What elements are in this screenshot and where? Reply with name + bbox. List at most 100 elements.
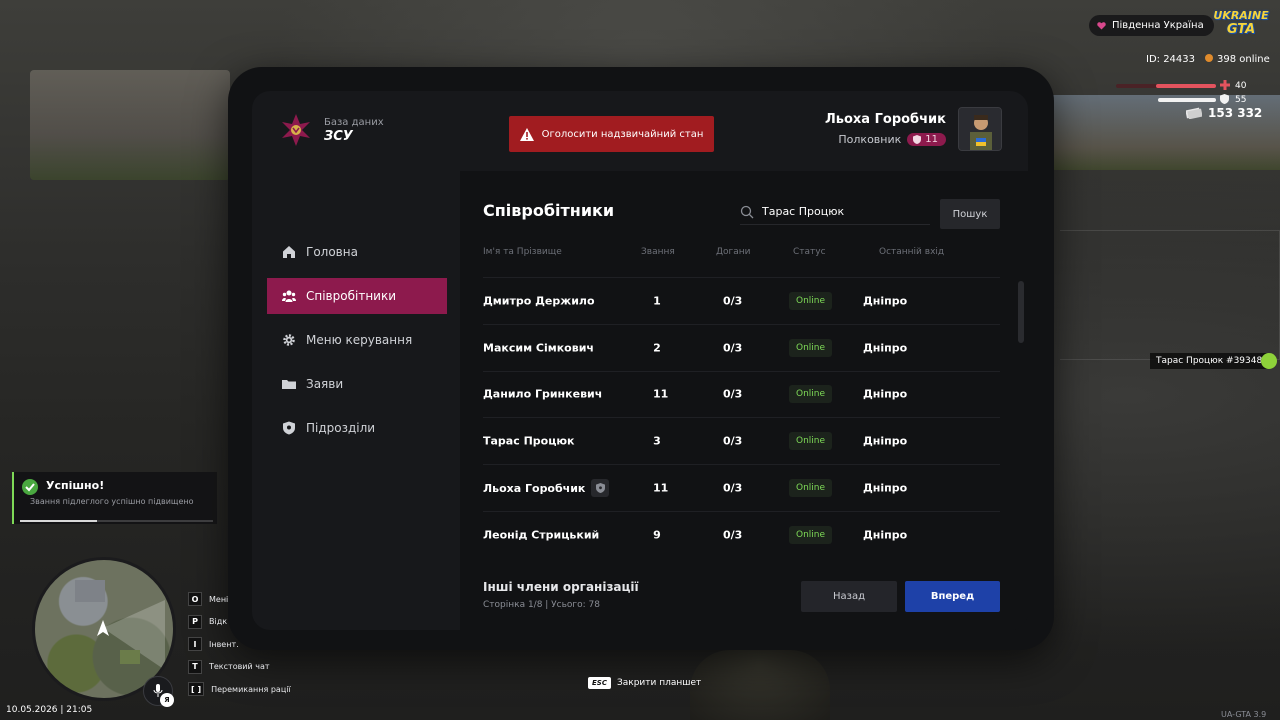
employee-name: Максим Сімкович xyxy=(483,341,594,355)
employee-name: Тарас Процюк xyxy=(483,434,575,448)
rank-level: 11 xyxy=(925,134,938,145)
table-row[interactable]: Дмитро Держило 1 0/3 Online Дніпро xyxy=(483,278,1000,325)
employee-rank: 11 xyxy=(653,481,669,495)
tablet-screen: База даних ЗСУ Оголосити надзвичайний ст… xyxy=(252,91,1028,630)
sidebar-nav: Головна Співробітники Меню керування Зая… xyxy=(267,234,447,454)
status-badge: Online xyxy=(789,479,833,498)
toast-progress-fill xyxy=(20,520,98,522)
brand-name: ЗСУ xyxy=(324,128,353,144)
background-court xyxy=(1060,230,1280,360)
health-value: 40 xyxy=(1235,81,1247,91)
sidebar-item-employees[interactable]: Співробітники xyxy=(267,278,447,314)
money-value: 153 332 xyxy=(1208,106,1263,120)
close-tablet-hint: ESC Закрити планшет xyxy=(588,677,701,689)
check-icon xyxy=(22,479,38,495)
back-button[interactable]: Назад xyxy=(801,581,897,612)
keybind-label: Інвент. xyxy=(209,639,239,649)
employee-warns: 0/3 xyxy=(723,294,743,308)
sidebar-item-label: Заяви xyxy=(306,377,344,391)
brand-subtitle: База даних xyxy=(324,116,384,128)
employee-last-login: Дніпро xyxy=(863,481,908,495)
armor-value: 55 xyxy=(1235,95,1247,105)
shield-icon xyxy=(283,421,295,435)
leader-badge xyxy=(591,479,610,498)
column-header-rank: Звання xyxy=(641,247,675,257)
keybind-row: O Мені xyxy=(188,588,291,611)
sidebar-item-label: Підрозділи xyxy=(306,421,376,435)
game-version: UA-GTA 3.9 xyxy=(1221,710,1267,719)
player-info: ID: 24433 398 online xyxy=(1146,54,1270,65)
avatar xyxy=(958,107,1002,151)
other-members-title: Інші члени організації xyxy=(483,580,639,594)
shield-icon xyxy=(595,483,605,494)
declare-emergency-label: Оголосити надзвичайний стан xyxy=(541,128,704,140)
brand: База даних ЗСУ xyxy=(280,113,384,147)
employee-name: Дмитро Держило xyxy=(483,294,595,308)
money-display: 153 332 xyxy=(1186,106,1262,120)
column-header-status: Статус xyxy=(793,247,826,257)
emblem-icon xyxy=(282,114,310,146)
avatar-image xyxy=(959,108,1001,150)
keybind-row: I Інвент. xyxy=(188,633,291,656)
game-logo-bottom: GTA xyxy=(1226,22,1256,37)
toast-message: Звання підлеглого успішно підвищено xyxy=(30,497,194,506)
background-building xyxy=(30,70,230,180)
sidebar-item-applications[interactable]: Заяви xyxy=(267,366,447,402)
key-cap: O xyxy=(188,592,202,607)
server-name: Південна Україна xyxy=(1112,20,1204,31)
shield-icon xyxy=(913,135,922,144)
language-indicator: Я xyxy=(160,693,174,707)
sidebar-item-label: Меню керування xyxy=(306,333,413,347)
next-button[interactable]: Вперед xyxy=(905,581,1000,612)
employee-last-login: Дніпро xyxy=(863,387,908,401)
declare-emergency-button[interactable]: Оголосити надзвичайний стан xyxy=(509,116,714,152)
employee-rank: 11 xyxy=(653,387,669,401)
nearby-player-tag: Тарас Процюк #39348 xyxy=(1150,353,1269,369)
table-scrollbar[interactable] xyxy=(1018,281,1024,343)
employee-name: Льоха Горобчик xyxy=(483,481,586,495)
game-logo-top: UKRAINE xyxy=(1213,9,1269,22)
table-row[interactable]: Тарас Процюк 3 0/3 Online Дніпро xyxy=(483,418,1000,466)
search-button[interactable]: Пошук xyxy=(940,199,1000,229)
voice-active-icon xyxy=(1261,353,1277,369)
table-row[interactable]: Леонід Стрицький 9 0/3 Online Дніпро xyxy=(483,512,1000,559)
key-cap: [ ] xyxy=(188,682,205,697)
employee-last-login: Дніпро xyxy=(863,294,908,308)
home-icon xyxy=(283,246,295,258)
sidebar-item-control-menu[interactable]: Меню керування xyxy=(267,322,447,358)
employee-table: Дмитро Держило 1 0/3 Online Дніпро Макси… xyxy=(483,278,1000,559)
search-icon xyxy=(740,205,754,218)
pagination-info: Сторінка 1/8 | Усього: 78 xyxy=(483,600,601,610)
table-row[interactable]: Максим Сімкович 2 0/3 Online Дніпро xyxy=(483,325,1000,372)
table-row[interactable]: Данило Гринкевич 11 0/3 Online Дніпро xyxy=(483,372,1000,419)
employee-warns: 0/3 xyxy=(723,341,743,355)
sidebar-item-home[interactable]: Головна xyxy=(267,234,447,270)
armor-bar-fill xyxy=(1158,98,1216,102)
esc-key: ESC xyxy=(588,677,611,689)
employee-name-cell: Льоха Горобчик xyxy=(483,479,610,498)
column-header-name: Ім'я та Прізвище xyxy=(483,247,562,257)
employee-rank: 1 xyxy=(653,294,661,308)
employee-warns: 0/3 xyxy=(723,434,743,448)
status-badge: Online xyxy=(789,526,833,545)
online-count-text: 398 online xyxy=(1217,54,1270,65)
status-badge: Online xyxy=(789,338,833,357)
keybinds: O Мені P Відк I Інвент. T Текстовий чат [ ] П… xyxy=(188,588,291,701)
page-title: Співробітники xyxy=(483,201,615,220)
column-header-warns: Догани xyxy=(716,247,751,257)
table-row[interactable]: Льоха Горобчик 11 0/3 Online Дніпро xyxy=(483,465,1000,512)
employee-rank: 9 xyxy=(653,528,661,542)
sidebar-item-units[interactable]: Підрозділи xyxy=(267,410,447,446)
search-bar xyxy=(740,199,930,225)
keybind-row: P Відк xyxy=(188,611,291,634)
success-toast: Успішно! Звання підлеглого успішно підви… xyxy=(12,472,217,524)
rank-badge: 11 xyxy=(907,133,946,146)
column-header-last-login: Останній вхід xyxy=(879,247,945,257)
search-input[interactable] xyxy=(762,205,922,218)
employee-rank: 2 xyxy=(653,341,661,355)
server-heart-icon xyxy=(1097,22,1106,30)
user-profile: Льоха Горобчик Полковник 11 xyxy=(825,107,1002,151)
users-icon xyxy=(282,290,296,302)
key-cap: P xyxy=(188,614,202,629)
close-tablet-label: Закрити планшет xyxy=(616,678,702,688)
